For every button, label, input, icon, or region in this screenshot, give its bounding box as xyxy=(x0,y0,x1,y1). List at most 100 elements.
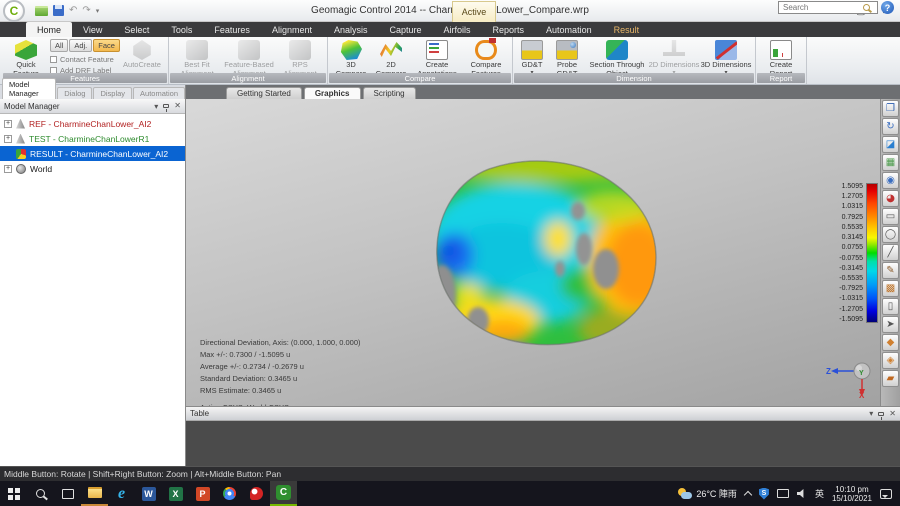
ribbon-tab[interactable]: Automation xyxy=(535,22,603,37)
custom-region-icon[interactable]: ▩ xyxy=(882,280,899,297)
ribbon-button[interactable]: 3D Dimensions ▾ xyxy=(700,38,752,72)
redo-icon[interactable]: ↷ xyxy=(82,6,90,16)
qat-dropdown-icon[interactable]: ▾ xyxy=(96,7,100,15)
table-close-icon[interactable]: ✕ xyxy=(889,410,896,418)
panel-tab[interactable]: Model Manager xyxy=(2,78,56,99)
tree-item[interactable]: + REF - CharmineChanLower_AI2 xyxy=(0,116,185,131)
internet-explorer-icon[interactable]: e xyxy=(108,481,135,506)
table-panel-body[interactable] xyxy=(186,421,900,466)
ribbon-button[interactable]: 3D Compare xyxy=(331,38,371,72)
input-language-indicator[interactable]: 英 xyxy=(815,487,824,500)
ribbon-button[interactable]: Compare Features xyxy=(463,38,509,72)
ribbon-button[interactable]: Create Report ▾ xyxy=(759,38,803,72)
selection-mode-toggle[interactable]: Adj. xyxy=(69,39,92,52)
geomagic-logo-icon[interactable]: C xyxy=(3,0,25,22)
select-components-icon[interactable]: ◆ xyxy=(882,334,899,351)
expand-icon[interactable]: + xyxy=(4,120,12,128)
excel-icon[interactable]: X xyxy=(162,481,189,506)
weather-widget[interactable]: 26°C 陣雨 xyxy=(677,487,737,500)
search-input[interactable] xyxy=(779,3,863,12)
ribbon-tab[interactable]: Tools xyxy=(160,22,203,37)
file-explorer-icon[interactable] xyxy=(81,481,108,506)
zoom-window-icon[interactable]: ◉ xyxy=(882,172,899,189)
ribbon-button[interactable]: 2D Compare xyxy=(371,38,411,72)
taskbar-clock[interactable]: 10:10 pm 15/10/2021 xyxy=(832,485,872,503)
ribbon-tab[interactable]: Home xyxy=(26,22,72,37)
notification-center-icon[interactable] xyxy=(880,489,892,499)
quick-feature-button[interactable]: Quick Feature xyxy=(5,38,47,72)
panel-tab[interactable]: Automation xyxy=(133,87,185,99)
selection-mode-toggle[interactable]: Face xyxy=(93,39,120,52)
undo-icon[interactable]: ↶ xyxy=(69,6,77,16)
start-button[interactable] xyxy=(0,481,27,506)
checkbox[interactable] xyxy=(50,56,57,63)
panel-tab[interactable]: Dialog xyxy=(57,87,92,99)
document-tab[interactable]: Graphics xyxy=(304,87,361,99)
document-tab[interactable]: Getting Started xyxy=(226,87,302,99)
select-cursor-icon[interactable]: ➤ xyxy=(882,316,899,333)
save-icon[interactable] xyxy=(53,5,64,16)
ribbon-button[interactable]: 2D Dimensions ▾ xyxy=(648,38,700,72)
document-tab[interactable]: Scripting xyxy=(363,87,416,99)
help-button[interactable]: ? xyxy=(881,1,894,14)
volume-icon[interactable] xyxy=(797,489,807,499)
search-icon[interactable] xyxy=(863,4,870,11)
panel-close-icon[interactable]: ✕ xyxy=(174,102,181,110)
capture-image-icon[interactable]: ▦ xyxy=(882,154,899,171)
expand-icon[interactable]: + xyxy=(4,165,12,173)
open-file-icon[interactable] xyxy=(35,6,48,16)
table-pin-icon[interactable] xyxy=(878,412,884,416)
lasso-select-icon[interactable]: ◯ xyxy=(882,226,899,243)
ribbon-tab[interactable]: Capture xyxy=(378,22,432,37)
select-visible-icon[interactable]: ▰ xyxy=(882,370,899,387)
tree-item[interactable]: RESULT - CharmineChanLower_AI2 xyxy=(0,146,185,161)
geomagic-control-icon[interactable]: C xyxy=(270,481,297,506)
security-shield-icon[interactable]: S xyxy=(759,488,769,500)
paint-select-icon[interactable]: ✎ xyxy=(882,262,899,279)
autocreate-button[interactable]: AutoCreate xyxy=(119,38,165,72)
tree-item[interactable]: + TEST - CharmineChanLowerR1 xyxy=(0,131,185,146)
chrome-icon[interactable] xyxy=(216,481,243,506)
rotate-view-icon[interactable]: ↻ xyxy=(882,118,899,135)
compare-2d-icon xyxy=(380,40,402,60)
expand-icon[interactable]: + xyxy=(4,135,12,143)
ribbon-button[interactable]: Create Annotations xyxy=(411,38,463,72)
selection-mode-toggle[interactable]: All xyxy=(50,39,68,52)
search-icon[interactable] xyxy=(27,481,54,506)
polyline-select-icon[interactable]: ╱ xyxy=(882,244,899,261)
ribbon-button[interactable]: Best Fit Alignment xyxy=(172,38,222,72)
ribbon-tab[interactable]: Reports xyxy=(482,22,536,37)
pin-icon[interactable] xyxy=(163,104,169,108)
panel-tab[interactable]: Display xyxy=(93,87,132,99)
task-view-icon[interactable] xyxy=(54,481,81,506)
ribbon-tab[interactable]: Select xyxy=(113,22,160,37)
fit-view-icon[interactable]: ❐ xyxy=(882,100,899,117)
table-menu-icon[interactable]: ▾ xyxy=(869,409,873,418)
network-display-icon[interactable] xyxy=(777,489,789,498)
panel-menu-icon[interactable]: ▾ xyxy=(154,102,158,111)
rectangle-mode-icon[interactable]: ▯ xyxy=(882,298,899,315)
ribbon-button[interactable]: RPS Alignment xyxy=(276,38,324,72)
ribbon-tab[interactable]: Features xyxy=(203,22,261,37)
orientation-triad[interactable]: Z Y X xyxy=(826,357,876,399)
rectangle-select-icon[interactable]: ▭ xyxy=(882,208,899,225)
ribbon-button[interactable]: GD&T ▾ xyxy=(516,38,548,72)
ribbon-tab[interactable]: Result xyxy=(603,22,651,37)
select-through-icon[interactable]: ◈ xyxy=(882,352,899,369)
shaded-view-icon[interactable]: ◪ xyxy=(882,136,899,153)
ribbon-button[interactable]: Probe GD&T xyxy=(548,38,586,72)
ribbon-tab[interactable]: Alignment xyxy=(261,22,323,37)
tray-expand-icon[interactable] xyxy=(744,491,752,499)
graphics-viewport[interactable]: Directional Deviation, Axis: (0.000, 1.0… xyxy=(186,99,880,406)
powerpoint-icon[interactable]: P xyxy=(189,481,216,506)
ribbon-button[interactable]: Section Through Object xyxy=(586,38,648,72)
ribbon-tab[interactable]: View xyxy=(72,22,113,37)
spectrum-icon[interactable]: ◕ xyxy=(882,190,899,207)
geomagic-wrap-icon[interactable] xyxy=(243,481,270,506)
ribbon-tab[interactable]: Airfoils xyxy=(433,22,482,37)
ribbon-button[interactable]: Feature-Based Alignment xyxy=(222,38,276,72)
tree-item[interactable]: + World xyxy=(0,161,185,176)
checkbox-row[interactable]: Contact Feature xyxy=(50,54,116,65)
ribbon-tab[interactable]: Analysis xyxy=(323,22,379,37)
word-icon[interactable]: W xyxy=(135,481,162,506)
